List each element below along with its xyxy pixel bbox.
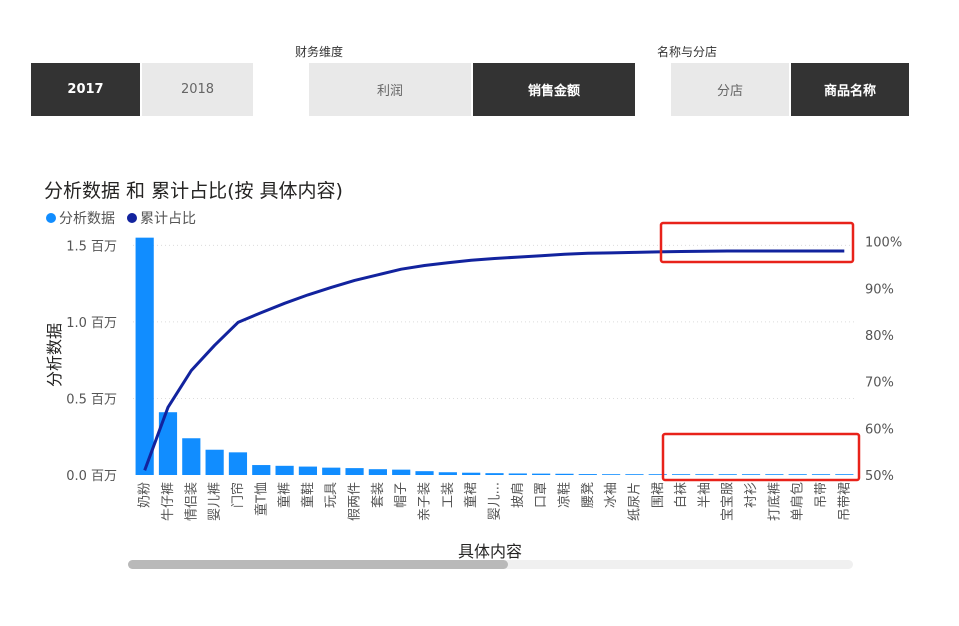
x-tick-label: 帽子	[393, 482, 409, 508]
bar	[835, 474, 854, 475]
bar	[695, 474, 714, 475]
y-right-tick-label: 60%	[865, 422, 894, 437]
bar	[275, 465, 294, 475]
chart-scrollbar-thumb[interactable]	[128, 560, 508, 569]
x-tick-label: 童T恤	[253, 482, 269, 516]
x-tick-label: 单肩包	[790, 482, 806, 521]
bar	[625, 474, 644, 475]
x-tick-label: 口罩	[534, 482, 549, 508]
x-tick-label: 披肩	[510, 482, 526, 508]
x-tick-label: 围裙	[651, 482, 666, 508]
x-tick-label: 宝宝服	[721, 482, 736, 521]
bar	[765, 474, 784, 475]
x-tick-label: 童鞋	[300, 482, 316, 508]
x-tick-label: 奶粉	[138, 482, 153, 508]
x-tick-label: 玩具	[324, 482, 339, 508]
bar	[671, 474, 691, 475]
x-tick-label: 亲子装	[418, 482, 433, 521]
bar	[228, 452, 248, 475]
x-tick-label: 冰袖	[604, 482, 619, 508]
y-right-tick-label: 90%	[865, 282, 894, 297]
x-axis-title: 具体内容	[458, 542, 522, 561]
y-axis-title: 分析数据	[45, 323, 64, 387]
x-tick-label: 吊带	[814, 482, 829, 508]
y-left-tick-label: 0.5 百万	[66, 392, 117, 407]
x-tick-label: 凉鞋	[556, 482, 572, 508]
bar	[555, 473, 574, 475]
bar	[205, 449, 224, 475]
bar	[578, 474, 597, 475]
cumulative-line	[143, 249, 845, 471]
y-left-tick-label: 0.0 百万	[66, 469, 117, 484]
bar	[298, 466, 318, 475]
x-tick-label: 工装	[441, 482, 456, 508]
bar	[135, 237, 154, 475]
y-right-tick-label: 80%	[865, 329, 894, 344]
bar	[392, 469, 411, 475]
x-tick-label: 假两件	[348, 482, 363, 521]
x-tick-label: 打底裤	[766, 482, 782, 521]
bar	[532, 473, 551, 475]
x-tick-label: 门帘	[230, 482, 246, 508]
bar	[322, 467, 341, 475]
bar	[811, 474, 831, 475]
bar	[485, 473, 504, 475]
bar	[345, 468, 364, 475]
bar	[788, 474, 807, 475]
bar	[508, 473, 527, 475]
bar	[252, 465, 271, 475]
x-tick-label: 吊带裙	[837, 482, 852, 521]
bar	[741, 474, 761, 475]
x-tick-label: 牛仔裤	[161, 482, 176, 521]
bar	[462, 472, 481, 475]
bar	[368, 469, 387, 475]
highlight-box-top	[659, 221, 855, 264]
x-tick-label: 童裤	[277, 482, 293, 508]
x-tick-label: 情侣装	[184, 482, 199, 521]
x-tick-label: 纸尿片	[627, 482, 642, 521]
bar	[182, 438, 201, 475]
x-tick-label: 婴儿裤	[208, 482, 223, 521]
x-tick-label: 衬衫	[744, 482, 759, 508]
y-right-tick-label: 50%	[865, 469, 894, 484]
x-tick-label: 童裙	[463, 482, 479, 508]
y-right-tick-label: 70%	[865, 376, 894, 391]
y-left-tick-label: 1.0 百万	[66, 316, 117, 331]
bar	[602, 474, 621, 475]
x-tick-label: 婴儿...	[488, 482, 503, 520]
y-right-tick-label: 100%	[865, 236, 902, 251]
x-tick-label: 半袖	[697, 482, 712, 508]
x-tick-label: 套装	[370, 482, 386, 508]
combo-chart: 0.0 百万 0.5 百万 1.0 百万 1.5 百万 50% 60% 70% 80% 90% 1…	[45, 221, 902, 561]
bar	[438, 472, 457, 475]
x-tick-label: 白袜	[673, 482, 689, 508]
x-tick-label: 腰凳	[580, 482, 596, 508]
highlight-box-bottom	[661, 432, 861, 482]
bar	[415, 471, 434, 475]
bar	[718, 474, 737, 475]
y-left-tick-label: 1.5 百万	[66, 239, 117, 254]
